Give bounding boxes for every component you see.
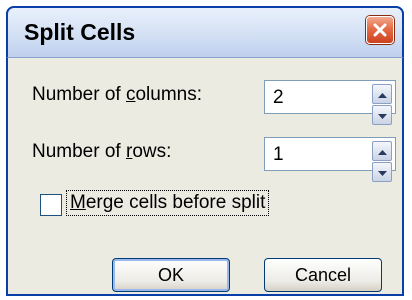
columns-input[interactable]: 2	[273, 87, 284, 109]
close-button[interactable]	[366, 16, 394, 44]
ok-button[interactable]: OK	[112, 258, 230, 292]
columns-increment-button[interactable]	[372, 84, 392, 104]
dialog-title: Split Cells	[24, 19, 136, 45]
spin-down-icon	[377, 163, 387, 181]
spin-up-icon	[377, 85, 387, 103]
columns-label-text-2: olumns:	[135, 84, 203, 105]
rows-label-text-1: Number of	[32, 141, 126, 162]
cancel-button[interactable]: Cancel	[264, 258, 382, 292]
rows-label-text-2: ows:	[132, 141, 172, 162]
rows-spin-buttons	[372, 141, 392, 182]
close-icon	[372, 22, 388, 38]
rows-decrement-button[interactable]	[372, 162, 392, 182]
spin-down-icon	[377, 106, 387, 124]
merge-cells-checkbox[interactable]	[40, 194, 62, 216]
rows-input[interactable]: 1	[273, 144, 284, 166]
title-bar[interactable]: Split Cells	[6, 6, 404, 58]
split-cells-dialog: Split Cells Number of columns: 2 Number …	[6, 6, 404, 296]
columns-spin-buttons	[372, 84, 392, 125]
columns-label-text-1: Number of	[32, 84, 126, 105]
rows-spinbox[interactable]: 1	[264, 137, 396, 182]
rows-label: Number of rows:	[32, 141, 171, 163]
columns-spinbox[interactable]: 2	[264, 80, 396, 125]
rows-increment-button[interactable]	[372, 141, 392, 161]
columns-decrement-button[interactable]	[372, 105, 392, 125]
merge-label-accelerator: M	[70, 192, 86, 213]
merge-cells-label[interactable]: Merge cells before split	[65, 190, 270, 216]
merge-label-text: erge cells before split	[85, 192, 266, 213]
columns-label: Number of columns:	[32, 84, 202, 106]
spin-up-icon	[377, 142, 387, 160]
